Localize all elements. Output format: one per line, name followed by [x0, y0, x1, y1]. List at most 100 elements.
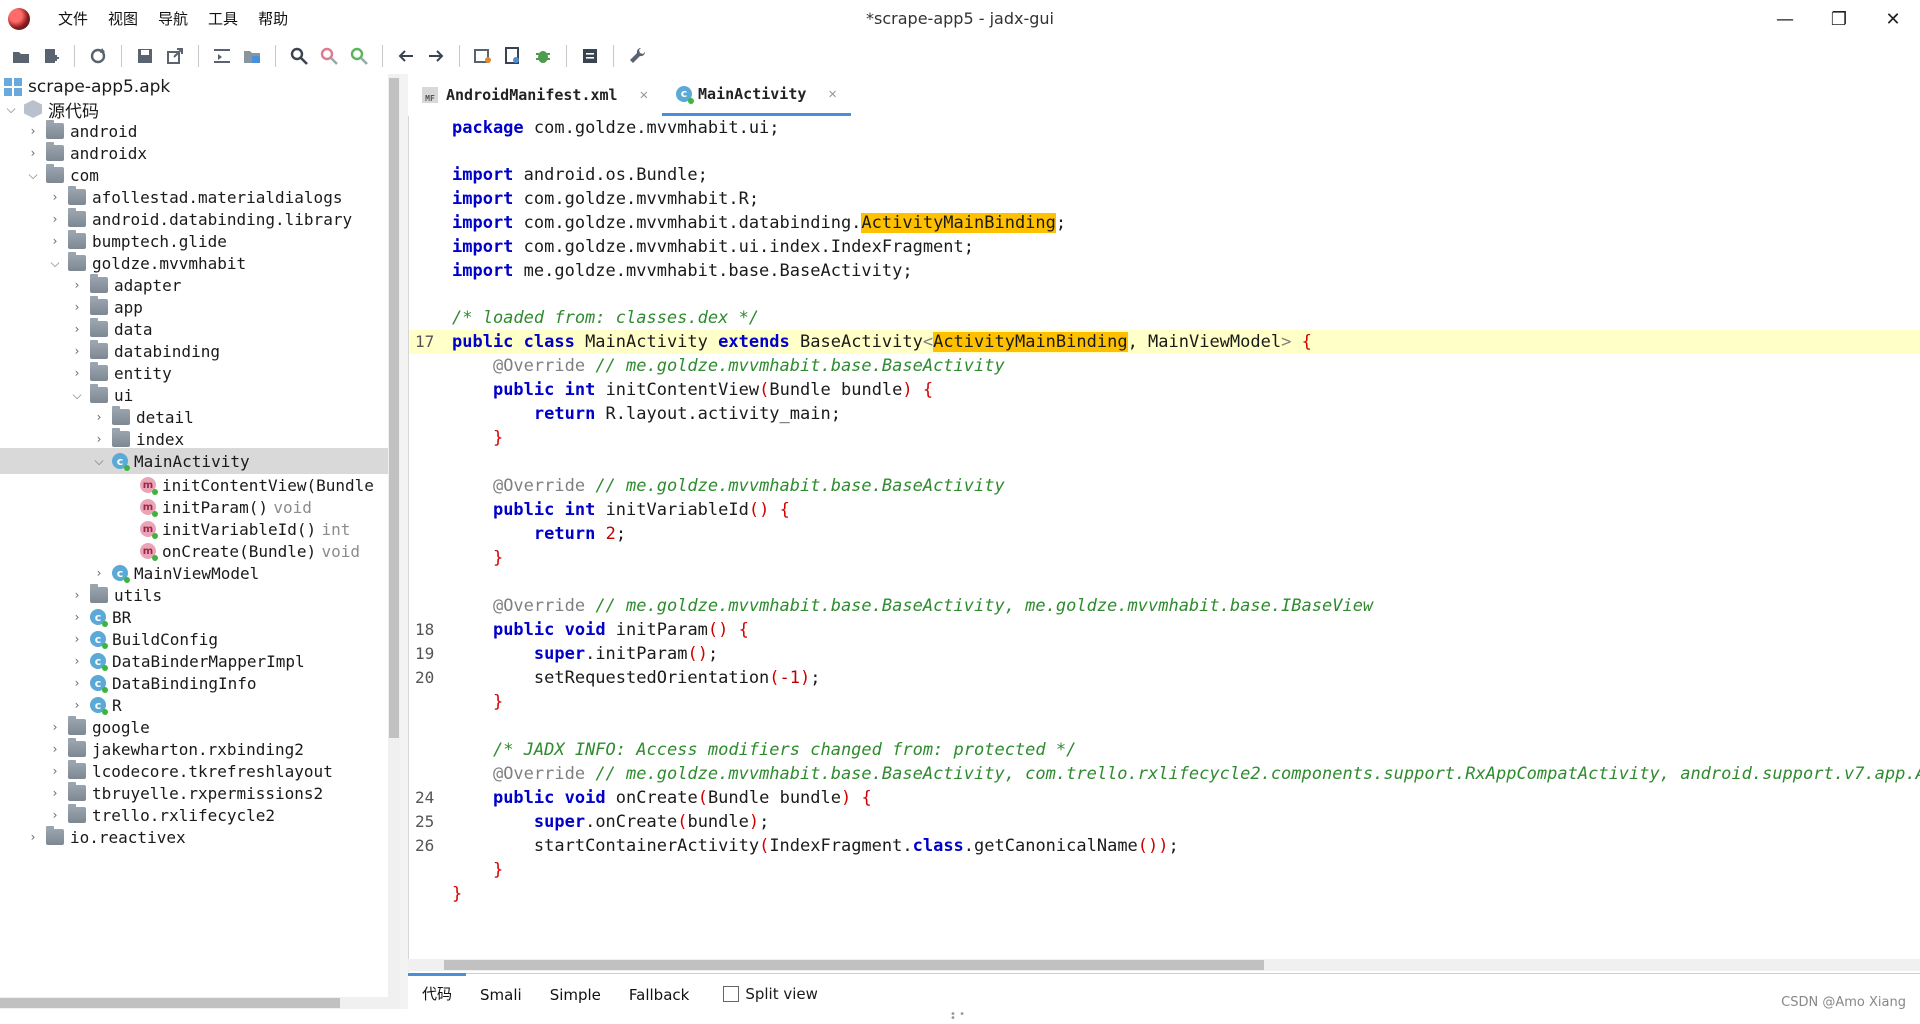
code-line: import com.goldze.mvvmhabit.databinding.…	[452, 213, 1067, 233]
chevron-right-icon[interactable]: ›	[70, 344, 84, 358]
tree-item-io[interactable]: › io.reactivex	[0, 824, 400, 850]
menu-view[interactable]: 视图	[98, 0, 148, 38]
class-icon: c	[90, 653, 108, 671]
tree-vertical-scrollbar[interactable]	[388, 74, 400, 1009]
close-icon[interactable]: ✕	[828, 86, 836, 102]
chevron-down-icon[interactable]: ⌵	[4, 102, 18, 116]
chevron-right-icon[interactable]: ›	[70, 676, 84, 690]
menu-help[interactable]: 帮助	[248, 0, 298, 38]
chevron-right-icon[interactable]: ›	[92, 410, 106, 424]
chevron-right-icon[interactable]: ›	[48, 764, 62, 778]
chevron-right-icon[interactable]: ›	[48, 808, 62, 822]
chevron-right-icon[interactable]: ›	[48, 742, 62, 756]
tab-label: MainActivity	[698, 84, 807, 103]
tab-simple[interactable]: Simple	[536, 974, 615, 1014]
log-icon[interactable]	[470, 43, 496, 69]
forward-icon[interactable]	[423, 43, 449, 69]
chevron-right-icon[interactable]: ›	[48, 190, 62, 204]
back-icon[interactable]	[393, 43, 419, 69]
tab-androidmanifest[interactable]: MF AndroidManifest.xml ✕	[408, 74, 662, 116]
chevron-right-icon[interactable]: ›	[26, 146, 40, 160]
deobf-icon[interactable]	[346, 43, 372, 69]
package-folder-icon	[46, 120, 64, 139]
split-view-toggle[interactable]: Split view	[723, 985, 818, 1003]
tab-fallback[interactable]: Fallback	[615, 974, 703, 1014]
log-viewer-icon[interactable]	[577, 43, 603, 69]
chevron-right-icon[interactable]: ›	[70, 698, 84, 712]
maximize-button[interactable]: ❐	[1812, 0, 1866, 38]
panel-splitter[interactable]	[400, 74, 408, 1009]
watermark: CSDN @Amo Xiang	[1781, 995, 1906, 1010]
class-icon: c	[90, 697, 108, 715]
tab-mainactivity[interactable]: c MainActivity ✕	[662, 74, 851, 116]
toolbar-separator	[566, 45, 567, 67]
chevron-right-icon[interactable]: ›	[48, 234, 62, 248]
scrollbar-thumb[interactable]	[389, 78, 399, 738]
method-icon: m	[140, 477, 158, 495]
window-controls: — ❐ ✕	[1758, 0, 1920, 38]
save-icon[interactable]	[132, 43, 158, 69]
chevron-right-icon[interactable]: ›	[70, 588, 84, 602]
scrollbar-thumb[interactable]	[0, 998, 340, 1008]
decompile-icon[interactable]	[500, 43, 526, 69]
search-highlight: ActivityMainBinding	[861, 213, 1056, 233]
chevron-right-icon[interactable]: ›	[70, 632, 84, 646]
chevron-right-icon[interactable]: ›	[48, 212, 62, 226]
search-icon[interactable]	[286, 43, 312, 69]
package-folder-icon	[112, 406, 130, 425]
scrollbar-thumb[interactable]	[444, 960, 1264, 970]
chevron-right-icon[interactable]: ›	[70, 654, 84, 668]
find-usage-icon[interactable]	[316, 43, 342, 69]
menu-file[interactable]: 文件	[48, 0, 98, 38]
settings-icon[interactable]	[624, 43, 650, 69]
tab-smali[interactable]: Smali	[466, 974, 536, 1014]
method-icon: m	[140, 499, 158, 517]
chevron-right-icon[interactable]: ›	[70, 300, 84, 314]
resize-grip-icon[interactable]: • • •	[950, 1010, 968, 1024]
tree-item-label: onCreate(Bundle)	[162, 541, 317, 561]
minimize-button[interactable]: —	[1758, 0, 1812, 38]
chevron-down-icon[interactable]: ⌵	[26, 168, 40, 182]
close-icon[interactable]: ✕	[640, 87, 648, 103]
flatten-icon[interactable]	[209, 43, 235, 69]
chevron-right-icon[interactable]: ›	[70, 366, 84, 380]
chevron-right-icon[interactable]: ›	[48, 786, 62, 800]
open-icon[interactable]	[8, 43, 34, 69]
menu-navigation[interactable]: 导航	[148, 0, 198, 38]
return-type-label: int	[321, 519, 351, 539]
close-button[interactable]: ✕	[1866, 0, 1920, 38]
package-folder-icon	[46, 826, 64, 845]
chevron-right-icon[interactable]: ›	[70, 322, 84, 336]
toolbar-separator	[121, 45, 122, 67]
tree-horizontal-scrollbar[interactable]	[0, 997, 388, 1009]
package-icon[interactable]	[239, 43, 265, 69]
jadx-logo-icon	[8, 8, 30, 30]
code-horizontal-scrollbar[interactable]	[408, 959, 1920, 971]
chevron-right-icon[interactable]: ›	[70, 610, 84, 624]
export-icon[interactable]	[162, 43, 188, 69]
chevron-right-icon[interactable]: ›	[26, 830, 40, 844]
chevron-right-icon[interactable]: ›	[92, 432, 106, 446]
tree-item-label: app	[114, 297, 143, 317]
chevron-down-icon[interactable]: ⌵	[48, 256, 62, 270]
tab-code[interactable]: 代码	[408, 972, 467, 1016]
split-view-checkbox[interactable]	[723, 986, 740, 1002]
menu-tools[interactable]: 工具	[198, 0, 248, 38]
chevron-down-icon[interactable]: ⌵	[92, 454, 106, 468]
add-files-icon[interactable]	[38, 43, 64, 69]
chevron-down-icon[interactable]: ⌵	[70, 388, 84, 402]
debug-icon[interactable]	[530, 43, 556, 69]
chevron-right-icon[interactable]: ›	[26, 124, 40, 138]
sync-icon[interactable]	[85, 43, 111, 69]
code-editor[interactable]: package com.goldze.mvvmhabit.ui; import …	[408, 116, 1920, 972]
tree-item-mainactivity[interactable]: ⌵ c MainActivity	[0, 448, 400, 474]
code-line: }	[492, 860, 504, 880]
code-line: 24 public void onCreate(Bundle bundle) {	[415, 788, 872, 808]
tree-item-label: BuildConfig	[112, 629, 218, 649]
chevron-right-icon[interactable]: ›	[48, 720, 62, 734]
code-line: 25 super.onCreate(bundle);	[415, 812, 770, 832]
line-number: 20	[415, 668, 435, 687]
toolbar	[0, 38, 1920, 74]
chevron-right-icon[interactable]: ›	[92, 566, 106, 580]
chevron-right-icon[interactable]: ›	[70, 278, 84, 292]
